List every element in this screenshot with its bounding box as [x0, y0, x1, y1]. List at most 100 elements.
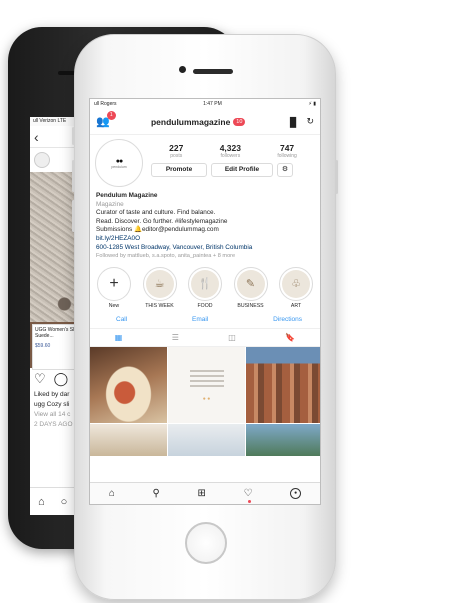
coffee-icon: ☕	[145, 269, 174, 298]
archive-icon[interactable]: ↻	[306, 116, 314, 127]
bio-line: Curator of taste and culture. Find balan…	[96, 209, 216, 217]
post-thumbnail[interactable]	[90, 423, 167, 456]
saved-icon[interactable]: 🔖	[285, 333, 295, 342]
clock-text: 1:47 PM	[203, 101, 222, 107]
profile-bio: Pendulum Magazine Magazine Curator of ta…	[90, 187, 320, 261]
highlight-food[interactable]: 🍴 FOOD	[187, 266, 223, 309]
stat-label: followers	[220, 153, 241, 159]
stat-following[interactable]: 747 following	[277, 143, 296, 159]
followed-by-text[interactable]: Followed by mattlueb, s.a.spoto, anita_p…	[96, 252, 314, 261]
profile-category: Magazine	[96, 200, 124, 208]
gear-icon[interactable]: ⚙	[277, 163, 293, 177]
highlight-circle: ☕	[142, 266, 177, 301]
tagged-icon[interactable]: ◫	[228, 333, 236, 342]
search-icon[interactable]: ⚲	[153, 488, 160, 499]
volume-down-button	[72, 200, 75, 232]
stat-followers[interactable]: 4,323 followers	[220, 143, 241, 159]
post-thumbnail[interactable]	[90, 346, 167, 423]
chevron-left-icon: ‹	[34, 128, 39, 145]
battery-icon: ⚡ ▮	[308, 101, 316, 107]
status-bar: ull Rogers 1:47 PM ⚡ ▮	[90, 99, 320, 109]
call-button[interactable]: Call	[116, 316, 127, 328]
pen-icon: ✎	[236, 269, 265, 298]
comment-icon[interactable]: ◯	[54, 371, 69, 387]
carousel-dots-icon: ● ●	[202, 396, 211, 403]
avatar[interactable]	[34, 152, 50, 168]
account-badge: 10	[233, 117, 246, 126]
highlight-circle: ✎	[233, 266, 268, 301]
power-button	[335, 160, 338, 194]
bio-link[interactable]: bit.ly/2HEZA0O	[96, 235, 314, 244]
post-thumbnail[interactable]	[168, 423, 245, 456]
add-icon[interactable]: ⊞	[197, 488, 205, 499]
grid-view-icon[interactable]: ▦	[115, 333, 123, 342]
post-grid: ● ●	[90, 346, 320, 456]
stat-number: 747	[279, 143, 295, 153]
profile-header: 👥 1 pendulummagazine 10 ▐▌ ↻	[90, 109, 320, 135]
text-lines-graphic	[189, 367, 224, 390]
highlight-circle: ♧	[279, 266, 313, 301]
post-thumbnail[interactable]: ● ●	[168, 346, 245, 423]
stat-label: posts	[170, 153, 183, 159]
earpiece-speaker	[193, 69, 233, 74]
instagram-profile-screen: ull Rogers 1:47 PM ⚡ ▮ 👥 1 pendulummagaz…	[89, 98, 321, 505]
profile-avatar[interactable]: ●● pendulum	[95, 139, 143, 187]
logo-icon: ●●	[115, 157, 124, 165]
heart-icon[interactable]: ♡	[244, 488, 252, 503]
stat-posts[interactable]: 227 posts	[169, 143, 183, 159]
highlight-circle: +	[97, 266, 131, 301]
art-icon: ♧	[282, 269, 310, 298]
insights-icon[interactable]: ▐▌	[287, 117, 300, 127]
highlight-label: THIS WEEK	[145, 302, 174, 309]
highlight-circle: 🍴	[188, 266, 222, 301]
post-thumbnail[interactable]	[246, 423, 320, 456]
promote-button[interactable]: Promote	[151, 163, 207, 177]
business-address[interactable]: 600-1285 West Broadway, Vancouver, Briti…	[96, 244, 314, 253]
home-button[interactable]	[185, 522, 227, 564]
activity-dot	[247, 500, 251, 503]
highlight-label: BUSINESS	[237, 302, 264, 309]
bottom-tab-bar: ⌂ ⚲ ⊞ ♡ ●	[90, 482, 320, 504]
username-title: pendulummagazine	[150, 116, 231, 127]
highlight-label: ART	[290, 302, 302, 309]
email-button[interactable]: Email	[192, 316, 208, 328]
header-actions: ▐▌ ↻	[287, 116, 314, 127]
avatar-logo-text: pendulum	[111, 164, 127, 169]
foreground-phone: ull Rogers 1:47 PM ⚡ ▮ 👥 1 pendulummagaz…	[72, 34, 338, 600]
stat-number: 4,323	[219, 143, 241, 153]
front-camera	[179, 66, 186, 73]
post-thumbnail[interactable]	[246, 346, 320, 423]
stats-block: 227 posts 4,323 followers 747 following …	[143, 139, 315, 187]
highlight-new[interactable]: + New	[96, 266, 132, 309]
home-icon[interactable]: ⌂	[109, 488, 115, 499]
account-switcher[interactable]: pendulummagazine 10	[150, 116, 246, 127]
profile-stats: 227 posts 4,323 followers 747 following	[151, 143, 315, 159]
profile-view-tabs: ▦ ☰ ◫ 🔖	[90, 329, 320, 347]
heart-icon[interactable]: ♡	[34, 371, 46, 387]
home-icon[interactable]: ⌂	[38, 496, 45, 508]
highlight-label: FOOD	[197, 302, 213, 309]
edit-profile-button[interactable]: Edit Profile	[211, 163, 273, 177]
volume-up-button	[72, 160, 75, 192]
stat-number: 227	[169, 143, 184, 153]
mute-switch	[72, 127, 75, 145]
directions-button[interactable]: Directions	[273, 316, 302, 328]
highlight-business[interactable]: ✎ BUSINESS	[233, 266, 269, 309]
profile-icon[interactable]: ●	[290, 488, 302, 499]
discover-people-button[interactable]: 👥 1	[96, 111, 116, 128]
carrier-text: ull Rogers	[94, 101, 117, 107]
search-icon[interactable]: ○	[61, 496, 68, 508]
highlight-art[interactable]: ♧ ART	[278, 266, 314, 309]
fork-knife-icon: 🍴	[191, 269, 219, 298]
story-highlights: + New ☕ THIS WEEK 🍴 FOOD ✎ BUSINESS ♧ AR…	[90, 261, 320, 309]
notification-badge: 1	[106, 111, 116, 120]
plus-icon: +	[109, 274, 119, 292]
highlight-this-week[interactable]: ☕ THIS WEEK	[142, 266, 178, 309]
highlight-label: New	[108, 302, 120, 309]
profile-summary: ●● pendulum 227 posts 4,323 followers 74…	[90, 135, 320, 187]
profile-name: Pendulum Magazine	[96, 192, 158, 199]
stat-label: following	[277, 153, 297, 159]
bio-line: Submissions 🔔editor@pendulummag.com	[96, 226, 219, 234]
profile-buttons: Promote Edit Profile ⚙	[151, 163, 315, 177]
list-view-icon[interactable]: ☰	[172, 333, 179, 342]
